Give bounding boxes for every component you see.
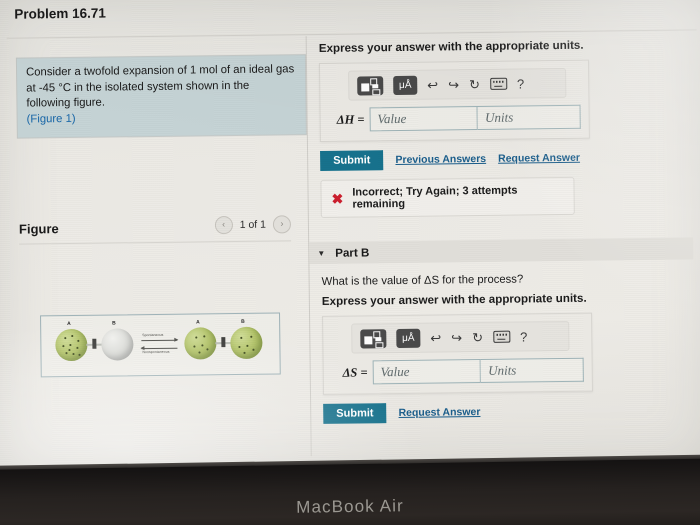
units-icon[interactable]: μÅ (393, 75, 418, 95)
page-title: Problem 16.71 (14, 5, 106, 22)
keyboard-icon[interactable] (489, 77, 508, 90)
reset-icon[interactable]: ↻ (469, 76, 480, 91)
part-a-request-answer-link[interactable]: Request Answer (498, 152, 580, 165)
redo-icon[interactable]: ↪ (448, 77, 459, 92)
figure-title: Figure (18, 221, 59, 237)
part-b-value-input[interactable]: Value (372, 359, 482, 385)
part-b-answer-box: μÅ ↩ ↪ ↻ ? ΔS = Value Units (322, 312, 594, 395)
part-a-toolbar: μÅ ↩ ↪ ↻ ? (348, 67, 567, 101)
figure-label-a-right: A (196, 319, 200, 326)
reset-icon[interactable]: ↻ (472, 329, 483, 344)
figure-flask-b-right (230, 326, 263, 360)
redo-icon[interactable]: ↪ (451, 330, 462, 345)
header-divider (6, 29, 697, 39)
keyboard-icon[interactable] (492, 330, 511, 343)
part-b-label: Part B (335, 245, 370, 260)
part-a-units-input[interactable]: Units (477, 104, 581, 131)
problem-statement: Consider a twofold expansion of 1 mol of… (16, 55, 306, 138)
part-a-submit-button[interactable]: Submit (320, 150, 384, 171)
laptop-photo: <Homework 31 16.7 to 16.9 Problem 16.71 … (0, 0, 700, 525)
help-icon[interactable]: ? (517, 76, 524, 91)
laptop-screen: <Homework 31 16.7 to 16.9 Problem 16.71 … (0, 0, 700, 486)
part-b-header[interactable]: ▼ Part B (309, 237, 694, 265)
figure-next-button[interactable]: › (272, 215, 292, 234)
figure-label-b-right: B (241, 318, 245, 325)
part-b-toolbar: μÅ ↩ ↪ ↻ ? (351, 320, 570, 354)
part-a-feedback: ✖ Incorrect; Try Again; 3 attempts remai… (320, 176, 575, 218)
figure-header: Figure ‹ 1 of 1 › (18, 215, 292, 242)
figure-flask-a-left (55, 328, 88, 362)
part-a-answer-box: μÅ ↩ ↪ ↻ ? ΔH = Value Units (318, 59, 590, 142)
part-b-units-input[interactable]: Units (481, 357, 584, 384)
figure-prev-button[interactable]: ‹ (214, 216, 233, 235)
math-template-icon[interactable] (360, 328, 387, 348)
figure-image[interactable]: A B Spontaneous Nonspontaneous A B (40, 312, 281, 378)
part-b-actions: Submit Request Answer (323, 399, 698, 424)
figure-page-label: 1 of 1 (239, 218, 267, 231)
part-b-prompt: Express your answer with the appropriate… (321, 291, 587, 308)
part-b-equation-label: ΔS = (342, 364, 368, 380)
part-a-actions: Submit Previous Answers Request Answer (320, 146, 695, 171)
math-template-icon[interactable] (357, 75, 384, 95)
help-icon[interactable]: ? (520, 329, 527, 344)
undo-icon[interactable]: ↩ (430, 330, 441, 345)
part-b-field-row: ΔS = Value Units (332, 357, 584, 385)
problem-statement-text: Consider a twofold expansion of 1 mol of… (25, 63, 295, 110)
incorrect-icon: ✖ (331, 190, 344, 207)
part-b-request-answer-link[interactable]: Request Answer (398, 406, 480, 419)
part-b-submit-button[interactable]: Submit (323, 403, 387, 424)
figure-flask-a-right (184, 327, 217, 360)
part-a-prompt: Express your answer with the appropriate… (318, 38, 584, 55)
undo-icon[interactable]: ↩ (427, 77, 438, 92)
figure-label-a-left: A (67, 321, 71, 328)
chevron-down-icon[interactable]: ▼ (317, 248, 325, 257)
part-a-feedback-text: Incorrect; Try Again; 3 attempts remaini… (352, 184, 518, 211)
figure-link[interactable]: (Figure 1) (27, 113, 76, 126)
part-a-value-input[interactable]: Value (369, 106, 479, 132)
figure-reverse-arrow-label: Nonspontaneous (142, 349, 170, 355)
mastering-physics-page: <Homework 31 16.7 to 16.9 Problem 16.71 … (0, 0, 700, 486)
figure-forward-arrow (141, 339, 178, 342)
figure-pager: ‹ 1 of 1 › (214, 215, 292, 235)
figure-forward-arrow-label: Spontaneous (142, 332, 164, 338)
part-a-equation-label: ΔH = (336, 111, 365, 127)
figure-valve-right (221, 337, 226, 348)
figure-flask-b-left (101, 328, 134, 361)
units-icon[interactable]: μÅ (396, 328, 421, 348)
answer-column: Express your answer with the appropriate… (309, 37, 699, 424)
figure-label-b-left: B (112, 320, 116, 327)
part-a-previous-answers-link[interactable]: Previous Answers (395, 153, 486, 166)
part-a-field-row: ΔH = Value Units (329, 104, 581, 132)
figure-valve-left (92, 338, 97, 349)
part-b-body: What is the value of ΔS for the process?… (322, 271, 699, 424)
part-b-question: What is the value of ΔS for the process? (321, 273, 524, 288)
